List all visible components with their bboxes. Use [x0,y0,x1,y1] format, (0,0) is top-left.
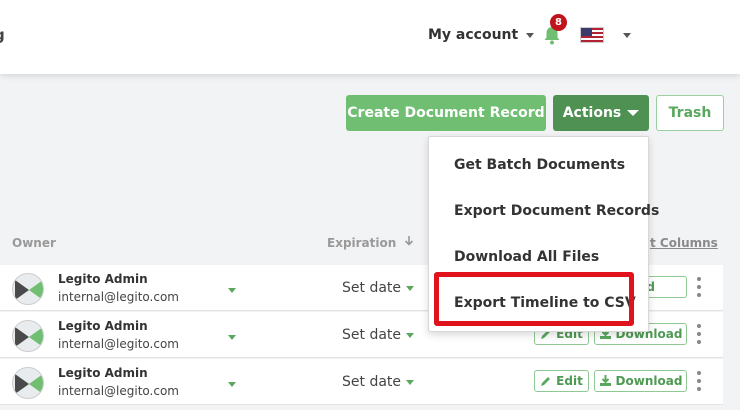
set-date-label: Set date [342,327,402,343]
chevron-down-icon [526,32,535,38]
avatar [12,367,44,399]
menu-item-get-batch-documents[interactable]: Get Batch Documents [454,157,625,173]
top-bar: g My account 8 [0,0,740,74]
column-header-expiration[interactable]: Expiration [327,236,414,250]
edit-columns-link[interactable]: t Columns [650,236,718,250]
actions-button[interactable]: Actions [553,95,649,131]
actions-button-label: Actions [562,105,622,121]
notification-badge: 8 [550,14,567,31]
download-label: Download [615,374,683,388]
expiration-header-label: Expiration [327,236,397,250]
create-button-label: Create Document Record [347,105,545,121]
owner-email: internal@legito.com [58,290,179,304]
sort-down-icon [405,236,414,246]
more-options-icon[interactable] [695,277,703,297]
table-row[interactable]: Legito Admin internal@legito.com Set dat… [0,359,723,405]
language-chevron-icon[interactable] [623,33,631,38]
download-icon [599,375,611,386]
create-document-record-button[interactable]: Create Document Record [346,95,546,131]
column-header-owner[interactable]: Owner [12,236,56,250]
edit-label: Edit [556,374,583,388]
chevron-down-icon [406,379,415,385]
us-flag-icon[interactable] [580,27,604,43]
chevron-down-icon [406,332,415,338]
trash-button-label: Trash [668,105,712,121]
set-date-dropdown[interactable]: Set date [342,327,415,343]
brand-name[interactable]: g [0,26,5,44]
chevron-down-icon[interactable] [228,335,236,340]
download-button[interactable]: Download [594,370,687,392]
avatar [12,320,44,352]
chevron-down-icon [406,285,415,291]
set-date-dropdown[interactable]: Set date [342,374,415,390]
owner-email: internal@legito.com [58,337,179,351]
caret-down-icon [627,110,640,116]
more-options-icon[interactable] [695,324,703,344]
menu-item-download-all-files[interactable]: Download All Files [454,249,599,265]
set-date-dropdown[interactable]: Set date [342,280,415,296]
trash-button[interactable]: Trash [656,95,724,131]
avatar [12,273,44,305]
owner-name: Legito Admin [58,319,148,333]
edit-button[interactable]: Edit [534,370,589,392]
more-options-icon[interactable] [695,371,703,391]
owner-name: Legito Admin [58,366,148,380]
my-account-label: My account [428,27,519,43]
pencil-icon [541,377,551,386]
set-date-label: Set date [342,374,402,390]
my-account-menu[interactable]: My account [428,27,535,43]
set-date-label: Set date [342,280,402,296]
owner-email: internal@legito.com [58,384,179,398]
menu-item-export-document-records[interactable]: Export Document Records [454,203,659,219]
owner-name: Legito Admin [58,272,148,286]
chevron-down-icon[interactable] [228,288,236,293]
chevron-down-icon[interactable] [228,382,236,387]
highlight-box [434,272,634,326]
